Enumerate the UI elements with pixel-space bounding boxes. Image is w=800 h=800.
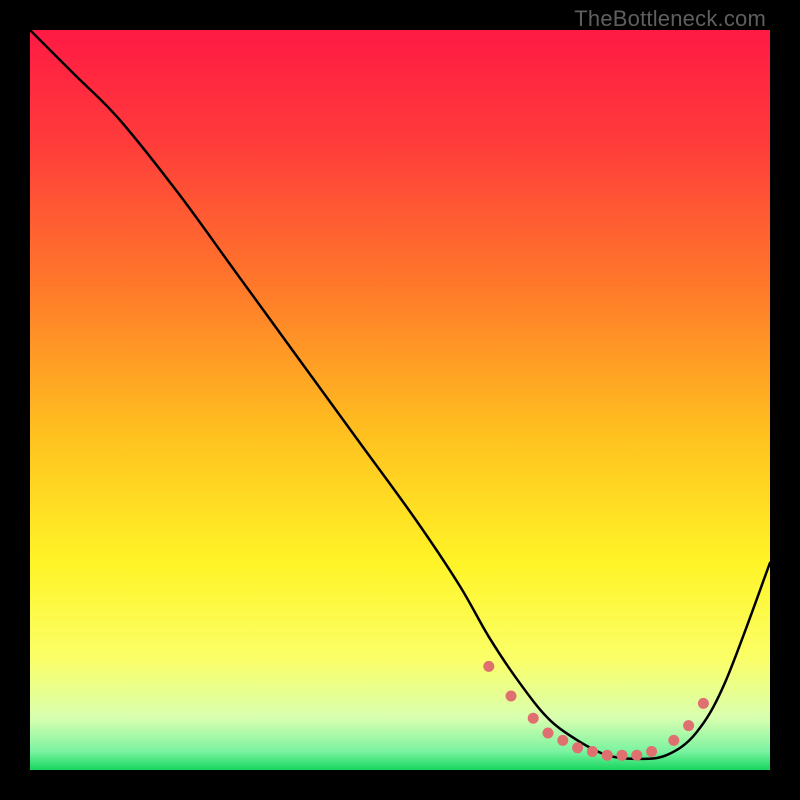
curve-marker bbox=[483, 661, 494, 672]
watermark-text: TheBottleneck.com bbox=[574, 6, 766, 32]
curve-marker bbox=[683, 720, 694, 731]
curve-marker bbox=[602, 750, 613, 761]
curve-marker bbox=[617, 750, 628, 761]
curve-marker bbox=[528, 713, 539, 724]
curve-marker bbox=[543, 728, 554, 739]
curve-marker bbox=[557, 735, 568, 746]
curve-marker bbox=[668, 735, 679, 746]
curve-marker bbox=[646, 746, 657, 757]
curve-marker bbox=[506, 691, 517, 702]
chart-svg bbox=[30, 30, 770, 770]
chart-background bbox=[30, 30, 770, 770]
chart-frame bbox=[30, 30, 770, 770]
curve-marker bbox=[698, 698, 709, 709]
curve-marker bbox=[572, 742, 583, 753]
curve-marker bbox=[587, 746, 598, 757]
curve-marker bbox=[631, 750, 642, 761]
